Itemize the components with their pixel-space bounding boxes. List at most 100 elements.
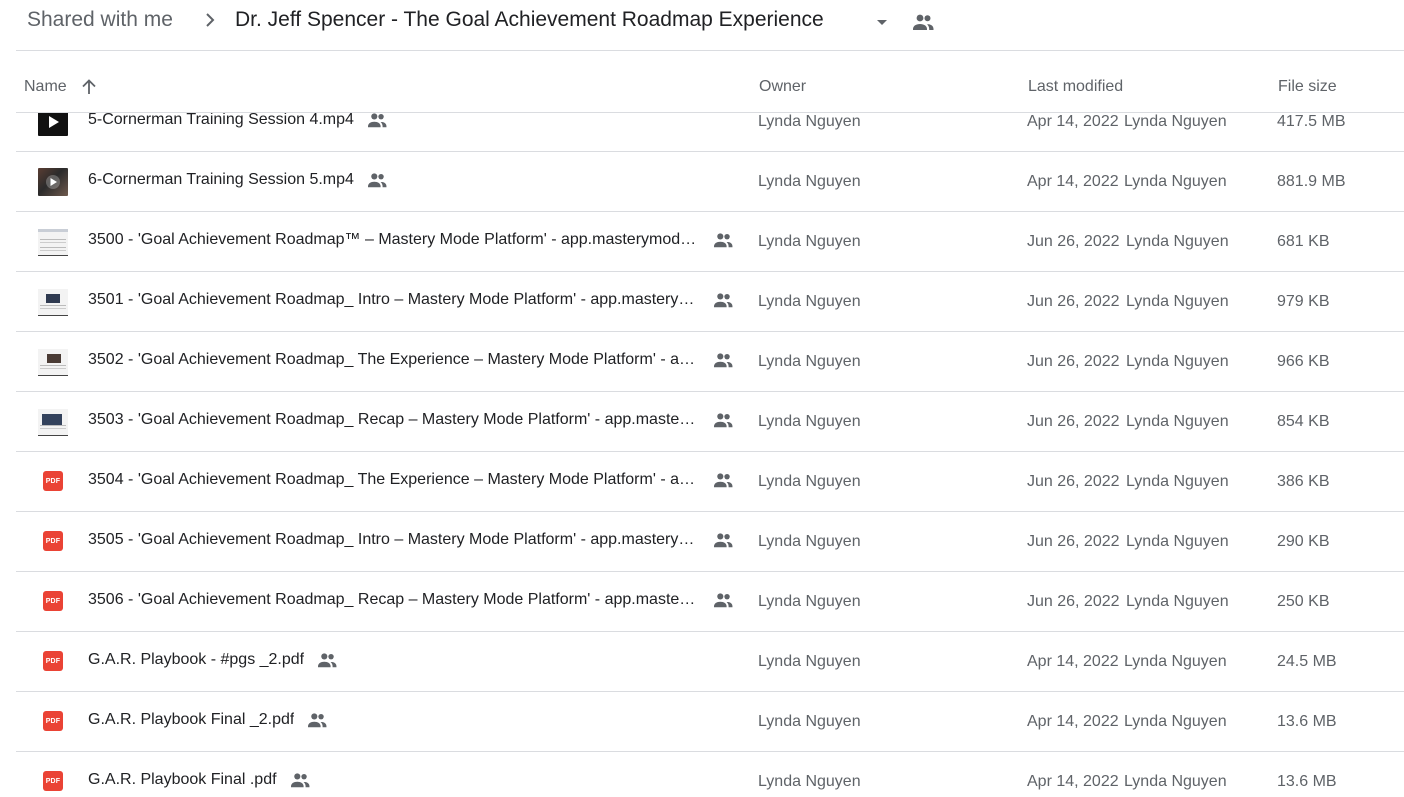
file-size: 966 KB	[1277, 353, 1330, 370]
file-name[interactable]: 3501 - 'Goal Achievement Roadmap_ Intro …	[88, 291, 700, 309]
file-size: 13.6 MB	[1277, 773, 1337, 790]
shared-folder-people-icon	[913, 14, 934, 30]
file-modified-date: Apr 14, 2022	[1027, 773, 1119, 790]
file-name[interactable]: G.A.R. Playbook - #pgs _2.pdf	[88, 651, 304, 669]
file-size: 250 KB	[1277, 593, 1330, 610]
file-size: 417.5 MB	[1277, 113, 1346, 130]
file-modified-by: Lynda Nguyen	[1124, 773, 1227, 790]
sort-ascending-arrow-icon[interactable]	[79, 77, 99, 97]
shared-people-icon	[714, 533, 733, 548]
file-modified-by: Lynda Nguyen	[1124, 173, 1227, 190]
file-modified-date: Jun 26, 2022	[1027, 413, 1120, 430]
file-owner: Lynda Nguyen	[758, 653, 861, 670]
chevron-right-icon	[206, 13, 215, 27]
shared-people-icon	[714, 473, 733, 488]
file-owner: Lynda Nguyen	[758, 713, 861, 730]
file-row[interactable]: PDF 3506 - 'Goal Achievement Roadmap_ Re…	[0, 572, 1404, 632]
breadcrumb-shared-with-me[interactable]: Shared with me	[27, 8, 173, 32]
file-name[interactable]: 3504 - 'Goal Achievement Roadmap_ The Ex…	[88, 471, 700, 489]
file-size: 681 KB	[1277, 233, 1330, 250]
video-thumbnail-icon	[38, 168, 68, 196]
file-name[interactable]: 3506 - 'Goal Achievement Roadmap_ Recap …	[88, 591, 700, 609]
file-owner: Lynda Nguyen	[758, 113, 861, 130]
pdf-icon: PDF	[43, 591, 63, 611]
image-thumbnail-icon	[38, 349, 68, 376]
file-modified-by: Lynda Nguyen	[1126, 353, 1229, 370]
file-size: 881.9 MB	[1277, 173, 1346, 190]
shared-people-icon	[714, 233, 733, 248]
pdf-icon: PDF	[43, 711, 63, 731]
column-header-last-modified[interactable]: Last modified	[1028, 78, 1123, 96]
shared-people-icon	[714, 353, 733, 368]
file-name[interactable]: 3505 - 'Goal Achievement Roadmap_ Intro …	[88, 531, 700, 549]
breadcrumb-current-folder[interactable]: Dr. Jeff Spencer - The Goal Achievement …	[235, 8, 824, 32]
file-size: 24.5 MB	[1277, 653, 1337, 670]
shared-people-icon	[367, 113, 387, 128]
file-owner: Lynda Nguyen	[758, 773, 861, 790]
file-modified-date: Apr 14, 2022	[1027, 173, 1119, 190]
column-header-file-size[interactable]: File size	[1278, 78, 1337, 96]
file-row[interactable]: PDF 3504 - 'Goal Achievement Roadmap_ Th…	[0, 452, 1404, 512]
file-modified-date: Apr 14, 2022	[1027, 653, 1119, 670]
file-row[interactable]: 3502 - 'Goal Achievement Roadmap_ The Ex…	[0, 332, 1404, 392]
file-name[interactable]: 3502 - 'Goal Achievement Roadmap_ The Ex…	[88, 351, 700, 369]
column-header-divider	[16, 112, 1404, 113]
file-modified-by: Lynda Nguyen	[1126, 233, 1229, 250]
shared-people-icon	[367, 173, 387, 188]
shared-people-icon	[290, 773, 309, 788]
file-modified-by: Lynda Nguyen	[1126, 293, 1229, 310]
file-name[interactable]: 3503 - 'Goal Achievement Roadmap_ Recap …	[88, 411, 700, 429]
drive-folder-view: 5-Cornerman Training Session 4.mp4 Lynda…	[0, 0, 1404, 797]
file-owner: Lynda Nguyen	[758, 473, 861, 490]
pdf-icon: PDF	[43, 651, 63, 671]
file-size: 854 KB	[1277, 413, 1330, 430]
file-modified-date: Jun 26, 2022	[1027, 233, 1120, 250]
shared-people-icon	[308, 713, 327, 728]
file-row[interactable]: 3503 - 'Goal Achievement Roadmap_ Recap …	[0, 392, 1404, 452]
column-header-row: Name Owner Last modified File size	[0, 51, 1404, 112]
file-modified-date: Jun 26, 2022	[1027, 293, 1120, 310]
file-size: 13.6 MB	[1277, 713, 1337, 730]
file-owner: Lynda Nguyen	[758, 533, 861, 550]
file-modified-by: Lynda Nguyen	[1124, 713, 1227, 730]
header-area: Shared with me Dr. Jeff Spencer - The Go…	[0, 0, 1404, 113]
file-owner: Lynda Nguyen	[758, 353, 861, 370]
file-list[interactable]: 5-Cornerman Training Session 4.mp4 Lynda…	[0, 92, 1404, 797]
file-name[interactable]: G.A.R. Playbook Final _2.pdf	[88, 711, 294, 729]
file-name[interactable]: 5-Cornerman Training Session 4.mp4	[88, 111, 354, 129]
file-modified-by: Lynda Nguyen	[1126, 413, 1229, 430]
image-thumbnail-icon	[38, 409, 68, 436]
file-row[interactable]: PDF G.A.R. Playbook Final _2.pdf Lynda N…	[0, 692, 1404, 752]
file-modified-date: Jun 26, 2022	[1027, 593, 1120, 610]
file-row[interactable]: 6-Cornerman Training Session 5.mp4 Lynda…	[0, 152, 1404, 212]
file-owner: Lynda Nguyen	[758, 233, 861, 250]
file-size: 386 KB	[1277, 473, 1330, 490]
file-row[interactable]: PDF G.A.R. Playbook - #pgs _2.pdf Lynda …	[0, 632, 1404, 692]
file-row[interactable]: 3500 - 'Goal Achievement Roadmap™ – Mast…	[0, 212, 1404, 272]
shared-people-icon	[714, 413, 733, 428]
file-modified-date: Apr 14, 2022	[1027, 713, 1119, 730]
pdf-icon: PDF	[43, 771, 63, 791]
file-name[interactable]: 6-Cornerman Training Session 5.mp4	[88, 171, 354, 189]
file-modified-by: Lynda Nguyen	[1126, 533, 1229, 550]
file-name[interactable]: 3500 - 'Goal Achievement Roadmap™ – Mast…	[88, 231, 700, 249]
shared-people-icon	[714, 293, 733, 308]
pdf-icon: PDF	[43, 531, 63, 551]
image-thumbnail-icon	[38, 229, 68, 256]
file-name[interactable]: G.A.R. Playbook Final .pdf	[88, 771, 277, 789]
caret-down-icon[interactable]	[873, 13, 891, 31]
column-header-name[interactable]: Name	[24, 78, 67, 96]
file-row[interactable]: PDF 3505 - 'Goal Achievement Roadmap_ In…	[0, 512, 1404, 572]
file-row[interactable]: 3501 - 'Goal Achievement Roadmap_ Intro …	[0, 272, 1404, 332]
column-header-owner[interactable]: Owner	[759, 78, 806, 96]
file-owner: Lynda Nguyen	[758, 293, 861, 310]
shared-people-icon	[318, 653, 337, 668]
file-size: 290 KB	[1277, 533, 1330, 550]
shared-people-icon	[714, 593, 733, 608]
file-modified-by: Lynda Nguyen	[1126, 473, 1229, 490]
file-row[interactable]: PDF G.A.R. Playbook Final .pdf Lynda Ngu…	[0, 752, 1404, 797]
file-owner: Lynda Nguyen	[758, 593, 861, 610]
file-modified-by: Lynda Nguyen	[1126, 593, 1229, 610]
file-modified-date: Apr 14, 2022	[1027, 113, 1119, 130]
file-modified-date: Jun 26, 2022	[1027, 353, 1120, 370]
